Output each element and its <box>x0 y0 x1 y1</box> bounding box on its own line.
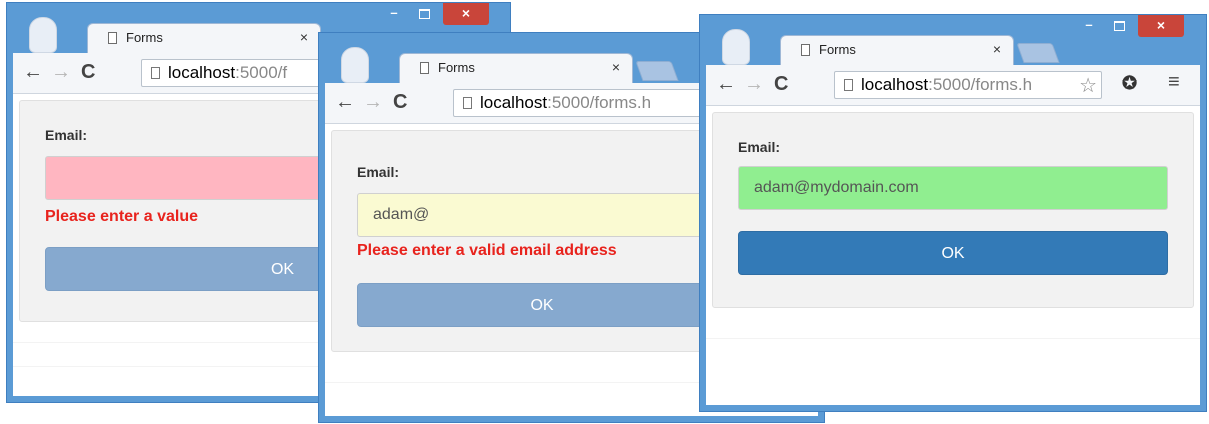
toolbar: ← → C localhost:5000/forms.h ☆ ✪ ≡ <box>706 65 1200 106</box>
address-bar[interactable]: localhost:5000/forms.h ☆ <box>834 71 1102 99</box>
page-content: Email: adam@mydomain.com OK <box>706 106 1200 405</box>
form-panel: Email: adam@mydomain.com OK <box>712 112 1194 308</box>
close-button[interactable]: × <box>1138 15 1184 37</box>
email-label: Email: <box>738 139 781 155</box>
tab-close-icon[interactable]: × <box>300 29 308 45</box>
page-icon <box>463 97 472 109</box>
menu-icon[interactable]: ≡ <box>1168 71 1180 94</box>
divider <box>706 338 1200 339</box>
maximize-icon <box>418 9 430 19</box>
tab-title: Forms <box>126 30 163 45</box>
tab-forms[interactable]: Forms × <box>87 23 321 54</box>
new-tab-button[interactable] <box>1016 43 1060 63</box>
close-button[interactable]: × <box>443 3 489 25</box>
forward-icon[interactable]: → <box>744 73 764 95</box>
avatar-icon[interactable] <box>722 29 750 65</box>
reload-icon[interactable]: C <box>774 73 788 95</box>
back-icon[interactable]: ← <box>335 91 355 113</box>
maximize-button[interactable] <box>413 3 435 25</box>
url-path: :5000/f <box>235 63 288 82</box>
minimize-button[interactable]: – <box>1078 15 1100 37</box>
page-icon <box>108 32 117 44</box>
url-text: localhost:5000/forms.h <box>480 93 651 113</box>
tab-title: Forms <box>819 42 856 57</box>
email-label: Email: <box>357 164 400 180</box>
avatar-icon[interactable] <box>29 17 57 53</box>
new-tab-button[interactable] <box>635 61 679 81</box>
star-icon[interactable]: ☆ <box>1079 73 1097 98</box>
email-label: Email: <box>45 127 88 143</box>
tab-forms[interactable]: Forms × <box>780 35 1014 66</box>
back-icon[interactable]: ← <box>23 61 43 83</box>
minimize-button[interactable]: – <box>383 3 405 25</box>
url-host: localhost <box>480 93 548 112</box>
reload-icon[interactable]: C <box>393 91 407 113</box>
page-icon <box>844 79 853 91</box>
browser-window-3: Forms × – × ← → C localhost:5000/forms.h… <box>699 14 1207 412</box>
tab-title: Forms <box>438 60 475 75</box>
forward-icon[interactable]: → <box>51 61 71 83</box>
maximize-icon <box>1113 21 1125 31</box>
tab-close-icon[interactable]: × <box>993 41 1001 57</box>
url-text: localhost:5000/forms.h <box>861 75 1032 95</box>
page-icon <box>151 67 160 79</box>
email-field[interactable]: adam@mydomain.com <box>738 166 1168 210</box>
page-icon <box>801 44 810 56</box>
url-path: :5000/forms.h <box>928 75 1033 94</box>
url-path: :5000/forms.h <box>547 93 652 112</box>
avatar-icon[interactable] <box>341 47 369 83</box>
error-message: Please enter a valid email address <box>357 242 617 259</box>
extension-icon[interactable]: ✪ <box>1122 73 1137 94</box>
reload-icon[interactable]: C <box>81 61 95 83</box>
forward-icon[interactable]: → <box>363 91 383 113</box>
url-host: localhost <box>861 75 929 94</box>
tab-close-icon[interactable]: × <box>612 59 620 75</box>
error-message: Please enter a value <box>45 208 198 225</box>
tab-strip: Forms × – × <box>700 15 1206 66</box>
maximize-button[interactable] <box>1108 15 1130 37</box>
page-icon <box>420 62 429 74</box>
url-host: localhost <box>168 63 236 82</box>
tab-forms[interactable]: Forms × <box>399 53 633 84</box>
back-icon[interactable]: ← <box>716 73 736 95</box>
url-text: localhost:5000/f <box>168 63 287 83</box>
ok-button[interactable]: OK <box>738 231 1168 275</box>
